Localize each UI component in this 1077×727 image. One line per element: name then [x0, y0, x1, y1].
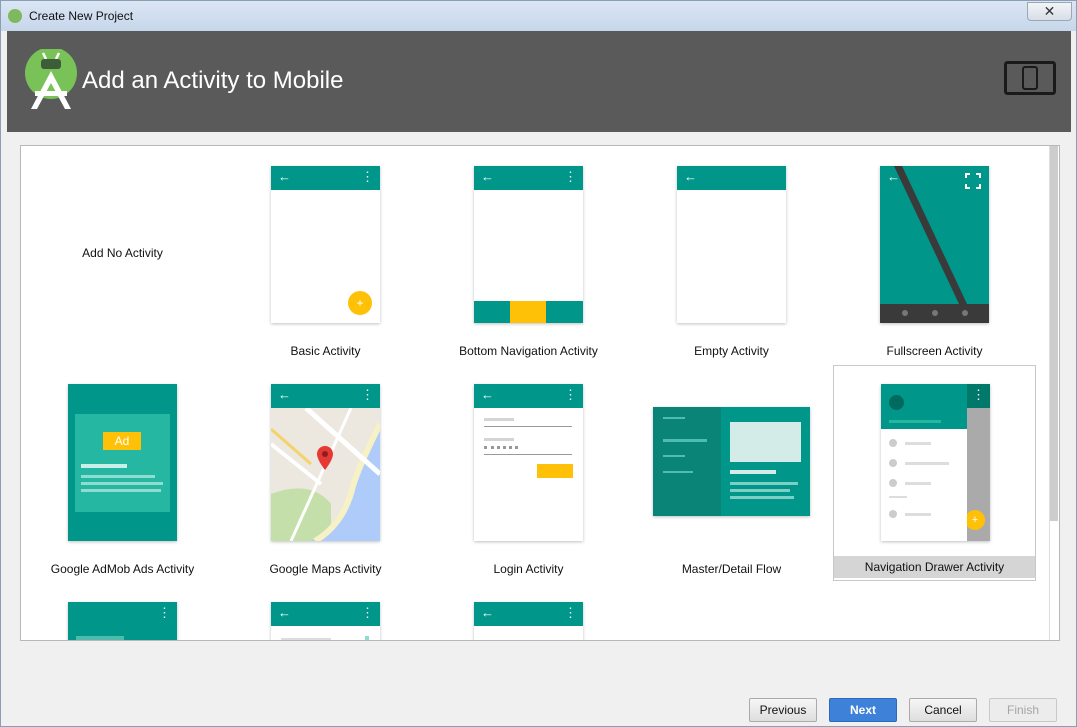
back-arrow-icon: ←	[481, 605, 494, 620]
dialog-footer: Previous Next Cancel Finish	[1, 641, 1076, 727]
fullscreen-preview: ←	[880, 166, 989, 323]
android-studio-icon	[8, 9, 22, 23]
sign-in-button-preview	[537, 464, 573, 478]
map-pin-icon	[317, 446, 333, 470]
bottom-navigation-preview: ← ⋮	[474, 166, 583, 323]
master-detail-preview	[653, 407, 810, 516]
tile-fullscreen-activity[interactable]: ← Fullscreen Activity	[833, 148, 1036, 364]
row3-preview-2: ← ⋮	[271, 602, 380, 640]
tile-label: Google AdMob Ads Activity	[50, 562, 195, 576]
tile-row3-2[interactable]: ← ⋮	[224, 584, 427, 640]
maps-preview: ← ⋮	[271, 384, 380, 541]
window-title: Create New Project	[29, 9, 134, 23]
tile-navigation-drawer-activity[interactable]: ⋮ + Navigation Drawer Activity	[833, 365, 1036, 581]
fullscreen-icon	[965, 173, 981, 189]
back-arrow-icon: ←	[887, 169, 900, 184]
finish-button[interactable]: Finish	[989, 698, 1057, 722]
back-arrow-icon: ←	[684, 169, 697, 184]
tile-master-detail-flow[interactable]: Master/Detail Flow	[630, 366, 833, 582]
overflow-menu-icon: ⋮	[158, 605, 171, 620]
previous-button[interactable]: Previous	[749, 698, 817, 722]
fab-add-icon: +	[348, 291, 372, 315]
tile-label: Login Activity	[493, 562, 564, 576]
back-arrow-icon: ←	[481, 169, 494, 184]
overflow-menu-icon: ⋮	[564, 605, 577, 620]
back-arrow-icon: ←	[278, 169, 291, 184]
row3-preview-3: ← ⋮	[474, 602, 583, 640]
tile-label: Master/Detail Flow	[681, 562, 782, 576]
activity-gallery: Add No Activity ← ⋮ + Basic Activity ← ⋮ B…	[20, 145, 1060, 641]
basic-activity-preview: ← ⋮ +	[271, 166, 380, 323]
admob-preview: Ad	[68, 384, 177, 541]
tile-add-no-activity[interactable]: Add No Activity	[21, 146, 224, 362]
tile-label: Bottom Navigation Activity	[459, 344, 598, 358]
tile-bottom-navigation-activity[interactable]: ← ⋮ Bottom Navigation Activity	[427, 148, 630, 364]
tablet-icon	[1004, 61, 1056, 95]
empty-activity-preview: ←	[677, 166, 786, 323]
login-preview: ← ⋮	[474, 384, 583, 541]
tile-label: Empty Activity	[694, 344, 769, 358]
overflow-menu-icon: ⋮	[361, 605, 374, 620]
ad-badge: Ad	[103, 432, 141, 450]
android-studio-logo	[25, 49, 77, 109]
next-button[interactable]: Next	[829, 698, 897, 722]
row3-preview-1: ⋮	[68, 602, 177, 640]
tile-label: Basic Activity	[290, 344, 361, 358]
tile-row3-1[interactable]: ⋮	[21, 584, 224, 640]
gallery-scrollbar[interactable]	[1049, 146, 1059, 640]
tile-google-admob-ads-activity[interactable]: Ad Google AdMob Ads Activity	[21, 366, 224, 582]
page-title: Add an Activity to Mobile	[82, 67, 344, 94]
overflow-menu-icon: ⋮	[361, 169, 374, 184]
navigation-drawer-preview: ⋮ +	[881, 384, 990, 541]
tile-login-activity[interactable]: ← ⋮ Login Activity	[427, 366, 630, 582]
tile-label: Fullscreen Activity	[886, 344, 983, 358]
dialog-window: Create New Project ✕ Add an Activity to …	[0, 0, 1077, 727]
cancel-button[interactable]: Cancel	[909, 698, 977, 722]
tile-row3-3[interactable]: ← ⋮	[427, 584, 630, 640]
close-icon[interactable]: ✕	[1027, 2, 1072, 21]
tile-label: Google Maps Activity	[269, 562, 382, 576]
overflow-menu-icon: ⋮	[564, 169, 577, 184]
overflow-menu-icon: ⋮	[564, 387, 577, 402]
back-arrow-icon: ←	[481, 387, 494, 402]
tile-label: Add No Activity	[82, 246, 163, 260]
tile-basic-activity[interactable]: ← ⋮ + Basic Activity	[224, 148, 427, 364]
overflow-menu-icon: ⋮	[361, 387, 374, 402]
scrollbar-thumb[interactable]	[1050, 146, 1058, 521]
tile-google-maps-activity[interactable]: ← ⋮ Google Maps Activity	[224, 366, 427, 582]
tile-label: Navigation Drawer Activity	[834, 556, 1035, 578]
back-arrow-icon: ←	[278, 387, 291, 402]
tile-empty-activity[interactable]: ← Empty Activity	[630, 148, 833, 364]
title-bar: Create New Project ✕	[1, 1, 1076, 31]
back-arrow-icon: ←	[278, 605, 291, 620]
dialog-header: Add an Activity to Mobile	[7, 31, 1071, 132]
